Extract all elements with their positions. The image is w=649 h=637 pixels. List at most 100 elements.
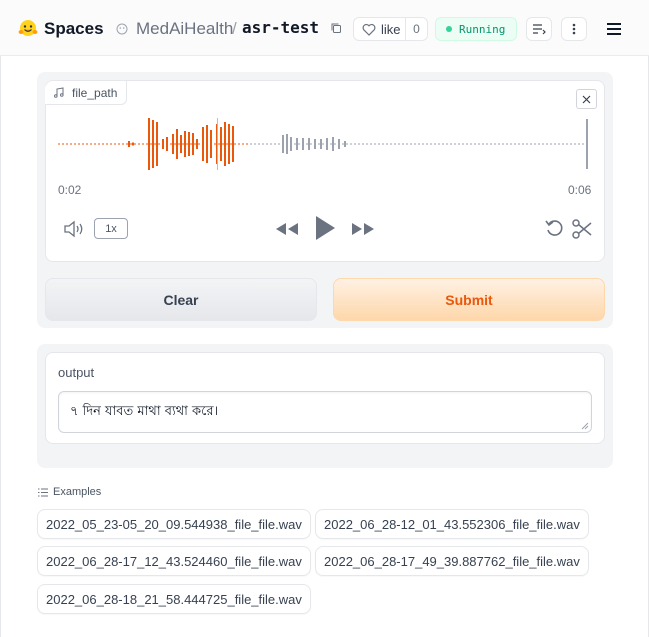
example-item[interactable]: 2022_06_28-17_49_39.887762_file_file.wav (315, 546, 589, 576)
heart-icon (362, 23, 376, 36)
waveform-baseline (550, 143, 552, 145)
output-textbox[interactable]: ৭ দিন যাবত মাথা ব্যথা করে। (58, 391, 592, 433)
waveform-baseline (358, 143, 360, 145)
owner-link[interactable]: MedAiHealth (136, 19, 233, 39)
waveform-bar (176, 129, 178, 159)
waveform-baseline (130, 143, 132, 145)
waveform-baseline (438, 143, 440, 145)
waveform-baseline (562, 143, 564, 145)
waveform-baseline (158, 143, 160, 145)
close-icon (582, 95, 591, 103)
waveform-baseline (390, 143, 392, 145)
audio-waveform[interactable] (56, 112, 592, 176)
waveform-baseline (106, 143, 108, 145)
example-item[interactable]: 2022_06_28-17_12_43.524460_file_file.wav (37, 546, 311, 576)
audio-label: file_path (72, 85, 118, 100)
resize-handle-icon[interactable] (581, 422, 589, 430)
waveform-baseline (454, 143, 456, 145)
waveform-bar (232, 126, 234, 162)
submit-button[interactable]: Submit (333, 278, 605, 321)
playhead-cursor[interactable] (216, 118, 218, 170)
vertical-dots-icon (572, 23, 576, 35)
waveform-baseline (426, 143, 428, 145)
waveform-baseline (226, 143, 228, 145)
trim-scissors-icon[interactable] (571, 218, 593, 240)
waveform-bar (152, 120, 154, 168)
waveform-baseline (194, 143, 196, 145)
waveform-baseline (506, 143, 508, 145)
volume-icon[interactable] (63, 219, 85, 239)
like-label: like (381, 21, 401, 37)
waveform-bar (320, 139, 322, 149)
example-item[interactable]: 2022_06_28-18_21_58.444725_file_file.wav (37, 584, 311, 614)
clear-audio-button[interactable] (576, 89, 597, 109)
waveform-baseline (546, 143, 548, 145)
waveform-baseline (222, 143, 224, 145)
waveform-baseline (234, 143, 236, 145)
repo-name-link[interactable]: asr-test (242, 18, 319, 37)
waveform-baseline (498, 143, 500, 145)
waveform-baseline (154, 143, 156, 145)
waveform-bar (156, 122, 158, 166)
waveform-baseline (530, 143, 532, 145)
waveform-bar (286, 134, 288, 154)
waveform-baseline (114, 143, 116, 145)
waveform-baseline (398, 143, 400, 145)
more-options-button[interactable] (561, 17, 587, 41)
waveform-bar (202, 127, 204, 161)
waveform-baseline (446, 143, 448, 145)
waveform-baseline (434, 143, 436, 145)
logs-button[interactable] (526, 17, 552, 41)
waveform-baseline (522, 143, 524, 145)
waveform-baseline (190, 143, 192, 145)
status-badge[interactable]: Running (435, 17, 517, 41)
waveform-bar (184, 131, 186, 157)
playback-speed-button[interactable]: 1x (94, 218, 128, 239)
waveform-baseline (266, 143, 268, 145)
waveform-bar (180, 135, 182, 153)
spaces-link[interactable]: Spaces (44, 19, 104, 39)
duration-time: 0:06 (568, 183, 592, 197)
waveform-baseline (174, 143, 176, 145)
status-text: Running (459, 22, 506, 36)
waveform-baseline (382, 143, 384, 145)
waveform-baseline (90, 143, 92, 145)
play-icon[interactable] (314, 214, 336, 242)
waveform-baseline (490, 143, 492, 145)
example-item[interactable]: 2022_05_23-05_20_09.544938_file_file.wav (37, 509, 311, 539)
waveform-baseline (502, 143, 504, 145)
waveform-baseline (494, 143, 496, 145)
waveform-bar (166, 137, 168, 151)
waveform-baseline (418, 143, 420, 145)
clear-button[interactable]: Clear (45, 278, 317, 321)
waveform-baseline (578, 143, 580, 145)
like-count[interactable]: 0 (405, 18, 427, 40)
waveform-bar (196, 139, 198, 149)
output-text: ৭ দিন যাবত মাথা ব্যথা করে। (70, 404, 219, 419)
fast-forward-icon[interactable] (351, 221, 375, 237)
undo-icon[interactable] (544, 218, 566, 240)
current-time: 0:02 (58, 183, 82, 197)
waveform-baseline (270, 143, 272, 145)
waveform-baseline (198, 143, 200, 145)
examples-header: Examples (38, 486, 101, 498)
waveform-baseline (94, 143, 96, 145)
waveform-baseline (442, 143, 444, 145)
waveform-baseline (258, 143, 260, 145)
rewind-icon[interactable] (275, 221, 299, 237)
copy-icon[interactable] (330, 22, 342, 34)
waveform-bar (332, 137, 334, 151)
list-icon (38, 488, 48, 496)
waveform-baseline (306, 143, 308, 145)
waveform-bar (220, 127, 222, 161)
example-item[interactable]: 2022_06_28-12_01_43.552306_file_file.wav (315, 509, 589, 539)
hugging-face-logo-icon[interactable] (18, 19, 38, 37)
waveform-baseline (118, 143, 120, 145)
menu-icon[interactable] (606, 22, 622, 36)
like-button[interactable]: like 0 (353, 17, 428, 41)
waveform-baseline (342, 143, 344, 145)
waveform-baseline (78, 143, 80, 145)
waveform-baseline (218, 143, 220, 145)
waveform-baseline (518, 143, 520, 145)
waveform-baseline (450, 143, 452, 145)
